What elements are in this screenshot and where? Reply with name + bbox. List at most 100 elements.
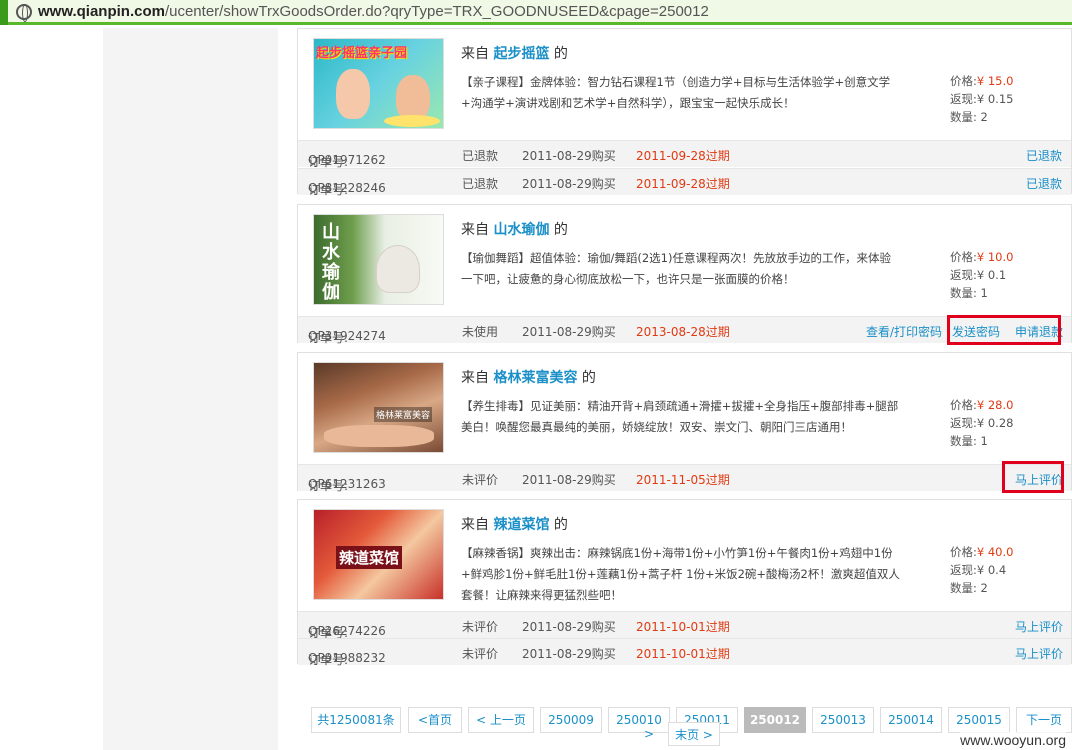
view-print-password-link[interactable]: 查看/打印密码 xyxy=(866,323,942,340)
order-card: 辣道菜馆 来自 辣道菜馆 的 【麻辣香锅】爽辣出击：麻辣锅底1份+海带1份+小竹… xyxy=(297,499,1072,667)
merchant-line: 来自 格林莱富美容 的 xyxy=(461,367,596,387)
order-number-value: QP26274226 xyxy=(308,624,386,638)
merchant-line: 来自 山水瑜伽 的 xyxy=(461,219,568,239)
watermark: www.wooyun.org xyxy=(960,732,1066,748)
pagination-next-arrow[interactable]: > xyxy=(636,722,662,746)
order-number-value: QP61231263 xyxy=(308,477,386,491)
price-label: 价格: xyxy=(950,250,977,264)
qty-value: 2 xyxy=(980,581,988,595)
rebate-label: 返现: xyxy=(950,416,977,430)
refunded-link[interactable]: 已退款 xyxy=(1026,147,1062,164)
deal-thumbnail[interactable]: 山水瑜伽 xyxy=(313,214,444,305)
pagination-page[interactable]: 250013 xyxy=(812,707,874,733)
merchant-line: 来自 起步摇篮 的 xyxy=(461,43,568,63)
globe-icon xyxy=(16,4,32,22)
merchant-line: 来自 辣道菜馆 的 xyxy=(461,514,568,534)
order-status: 未使用 xyxy=(462,325,499,339)
thumbnail-caption: 山水瑜伽 xyxy=(322,222,340,303)
deal-description: 【瑜伽舞蹈】超值体验：瑜伽/舞蹈(2选1)任意课程两次！先放放手边的工作，来体验… xyxy=(461,251,891,286)
pagination-page[interactable]: 250014 xyxy=(880,707,942,733)
massage-figure xyxy=(324,425,434,447)
refunded-link[interactable]: 已退款 xyxy=(1026,175,1062,192)
from-prefix: 来自 xyxy=(461,46,489,62)
order-number-value: QP91971262 xyxy=(308,153,386,167)
rebate-value: ¥ 0.15 xyxy=(976,92,1014,106)
expire-date: 2011-09-28过期 xyxy=(636,149,730,163)
order-status: 已退款 xyxy=(462,149,499,163)
from-prefix: 来自 xyxy=(461,222,489,238)
qty-label: 数量: xyxy=(950,286,977,300)
qty-value: 1 xyxy=(980,434,988,448)
from-suffix: 的 xyxy=(553,517,568,533)
url-text[interactable]: www.qianpin.com/ucenter/showTrxGoodsOrde… xyxy=(38,3,709,20)
rebate-label: 返现: xyxy=(950,92,977,106)
moon-shape xyxy=(384,115,440,127)
price-block: 价格:¥ 15.0 返现:¥ 0.15 数量: 2 xyxy=(950,72,1013,126)
expire-date: 2011-11-05过期 xyxy=(636,473,730,487)
merchant-link[interactable]: 格林莱富美容 xyxy=(493,370,577,386)
order-row: 订单号: QP81228246 已退款 2011-08-29购买 2011-09… xyxy=(298,168,1071,197)
review-now-link[interactable]: 马上评价 xyxy=(1015,645,1063,662)
deal-thumbnail[interactable]: 格林莱富美容 xyxy=(313,362,444,453)
review-now-link[interactable]: 马上评价 xyxy=(1015,618,1063,635)
price-block: 价格:¥ 40.0 返现:¥ 0.4 数量: 2 xyxy=(950,543,1013,597)
highlight-box xyxy=(947,315,1061,345)
expire-date: 2013-08-28过期 xyxy=(636,325,730,339)
pagination-total: 共1250081条 xyxy=(311,707,401,733)
order-row: 订单号: QP61231263 未评价 2011-08-29购买 2011-11… xyxy=(298,464,1071,493)
deal-description: 【麻辣香锅】爽辣出击：麻辣锅底1份+海带1份+小竹笋1份+午餐肉1份+鸡翅中1份… xyxy=(461,546,900,602)
thumbnail-caption: 辣道菜馆 xyxy=(336,546,403,569)
order-row: 订单号: QP91971262 已退款 2011-08-29购买 2011-09… xyxy=(298,140,1071,169)
order-status: 未评价 xyxy=(462,620,499,634)
merchant-link[interactable]: 辣道菜馆 xyxy=(493,517,549,533)
deal-description: 【亲子课程】金牌体验：智力钻石课程1节（创造力学+目标与生活体验学+创意文学+沟… xyxy=(461,75,891,110)
expire-date: 2011-09-28过期 xyxy=(636,177,730,191)
order-status: 未评价 xyxy=(462,647,499,661)
pagination-first[interactable]: <首页 xyxy=(408,707,462,733)
deal-description: 【养生排毒】见证美丽：精油开背+肩颈疏通+滑攉+拔攉+全身指压+腹部排毒+腿部美… xyxy=(461,399,899,434)
order-status: 未评价 xyxy=(462,473,499,487)
expire-date: 2011-10-01过期 xyxy=(636,620,730,634)
qty-label: 数量: xyxy=(950,110,977,124)
from-suffix: 的 xyxy=(553,222,568,238)
pagination-prev[interactable]: < 上一页 xyxy=(468,707,534,733)
price-block: 价格:¥ 10.0 返现:¥ 0.1 数量: 1 xyxy=(950,248,1013,302)
rebate-label: 返现: xyxy=(950,268,977,282)
purchase-date: 2011-08-29购买 xyxy=(522,177,616,191)
merchant-link[interactable]: 山水瑜伽 xyxy=(493,222,549,238)
order-number-value: QP31924274 xyxy=(308,329,386,343)
browser-tab-edge xyxy=(0,0,8,25)
merchant-link[interactable]: 起步摇篮 xyxy=(493,46,549,62)
url-path: /ucenter/showTrxGoodsOrder.do?qryType=TR… xyxy=(164,3,709,20)
purchase-date: 2011-08-29购买 xyxy=(522,647,616,661)
order-row: 订单号: QP26274226 未评价 2011-08-29购买 2011-10… xyxy=(298,611,1071,640)
order-row: 订单号: QP91988232 未评价 2011-08-29购买 2011-10… xyxy=(298,638,1071,667)
order-number-value: QP91988232 xyxy=(308,651,386,665)
browser-address-bar[interactable]: www.qianpin.com/ucenter/showTrxGoodsOrde… xyxy=(0,0,1072,25)
order-card: 起步摇篮亲子园 来自 起步摇篮 的 【亲子课程】金牌体验：智力钻石课程1节（创造… xyxy=(297,28,1072,197)
thumbnail-caption: 格林莱富美容 xyxy=(374,407,433,422)
pagination-page[interactable]: 250015 xyxy=(948,707,1010,733)
price-label: 价格: xyxy=(950,398,977,412)
rebate-value: ¥ 0.1 xyxy=(976,268,1007,282)
pagination-next[interactable]: 下一页 xyxy=(1016,707,1072,733)
order-number-value: QP81228246 xyxy=(308,181,386,195)
from-suffix: 的 xyxy=(553,46,568,62)
expire-date: 2011-10-01过期 xyxy=(636,647,730,661)
purchase-date: 2011-08-29购买 xyxy=(522,620,616,634)
thumbnail-caption: 起步摇篮亲子园 xyxy=(316,46,408,61)
purchase-date: 2011-08-29购买 xyxy=(522,149,616,163)
price-value: ¥ 40.0 xyxy=(976,545,1014,559)
price-value: ¥ 28.0 xyxy=(976,398,1014,412)
deal-thumbnail[interactable]: 辣道菜馆 xyxy=(313,509,444,600)
price-label: 价格: xyxy=(950,74,977,88)
highlight-box xyxy=(1002,461,1064,493)
price-block: 价格:¥ 28.0 返现:¥ 0.28 数量: 1 xyxy=(950,396,1013,450)
sidebar-column xyxy=(103,28,278,750)
pagination-last[interactable]: 末页 > xyxy=(668,722,720,746)
pagination-page[interactable]: 250009 xyxy=(540,707,602,733)
order-status: 已退款 xyxy=(462,177,499,191)
deal-thumbnail[interactable]: 起步摇篮亲子园 xyxy=(313,38,444,129)
left-margin xyxy=(0,28,103,750)
rebate-value: ¥ 0.4 xyxy=(976,563,1007,577)
